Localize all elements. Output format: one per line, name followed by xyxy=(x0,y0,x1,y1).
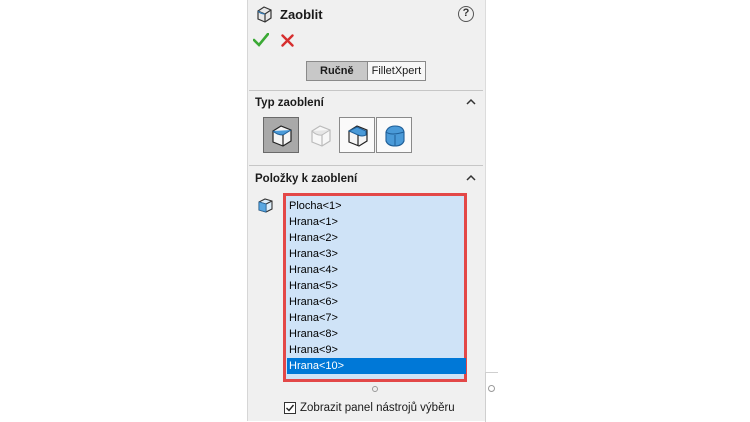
collapse-items-chevron-icon[interactable] xyxy=(466,174,476,181)
list-item[interactable]: Hrana<1> xyxy=(287,214,466,230)
show-selection-toolbar-label: Zobrazit panel nástrojů výběru xyxy=(300,402,455,414)
items-listbox[interactable]: Plocha<1> Hrana<1> Hrana<2> Hrana<3> Hra… xyxy=(283,193,467,382)
mode-toggle: Ručně FilletXpert xyxy=(306,61,427,81)
section-divider xyxy=(249,165,483,166)
page-title: Zaoblit xyxy=(280,7,323,22)
mode-filletxpert-button[interactable]: FilletXpert xyxy=(367,62,426,80)
list-item-selected[interactable]: Hrana<10> xyxy=(287,358,466,374)
face-fillet-button[interactable] xyxy=(339,117,375,153)
mode-manual-button[interactable]: Ručně xyxy=(307,62,368,80)
edges-faces-icon xyxy=(258,198,273,213)
variable-size-fillet-icon xyxy=(311,125,331,147)
list-item[interactable]: Plocha<1> xyxy=(287,198,466,214)
full-round-fillet-icon xyxy=(385,125,405,147)
section-title-items-to-fillet: Položky k zaoblení xyxy=(255,173,358,185)
list-item[interactable]: Hrana<7> xyxy=(287,310,466,326)
panel-resize-notch xyxy=(485,372,498,422)
face-fillet-icon xyxy=(347,125,368,147)
list-item[interactable]: Hrana<4> xyxy=(287,262,466,278)
constant-size-fillet-button[interactable] xyxy=(263,117,299,153)
constant-size-fillet-icon xyxy=(272,125,292,147)
list-item[interactable]: Hrana<3> xyxy=(287,246,466,262)
scroll-handle[interactable] xyxy=(488,385,495,392)
collapse-fillet-type-chevron-icon[interactable] xyxy=(466,98,476,105)
list-item[interactable]: Hrana<2> xyxy=(287,230,466,246)
cancel-button[interactable] xyxy=(281,34,294,47)
list-item[interactable]: Hrana<6> xyxy=(287,294,466,310)
listbox-resize-handle[interactable] xyxy=(372,386,378,392)
help-icon[interactable]: ? xyxy=(458,6,474,22)
variable-size-fillet-button xyxy=(302,117,338,153)
show-selection-toolbar-checkbox[interactable] xyxy=(284,402,296,414)
ok-button[interactable] xyxy=(253,33,269,47)
panel-scrollbar[interactable] xyxy=(485,0,496,421)
section-divider xyxy=(249,90,483,91)
section-title-fillet-type: Typ zaoblení xyxy=(255,97,324,109)
full-round-fillet-button[interactable] xyxy=(376,117,412,153)
checkmark-icon xyxy=(286,404,295,412)
list-item[interactable]: Hrana<9> xyxy=(287,342,466,358)
fillet-feature-icon xyxy=(257,6,272,23)
list-item[interactable]: Hrana<8> xyxy=(287,326,466,342)
list-item[interactable]: Hrana<5> xyxy=(287,278,466,294)
